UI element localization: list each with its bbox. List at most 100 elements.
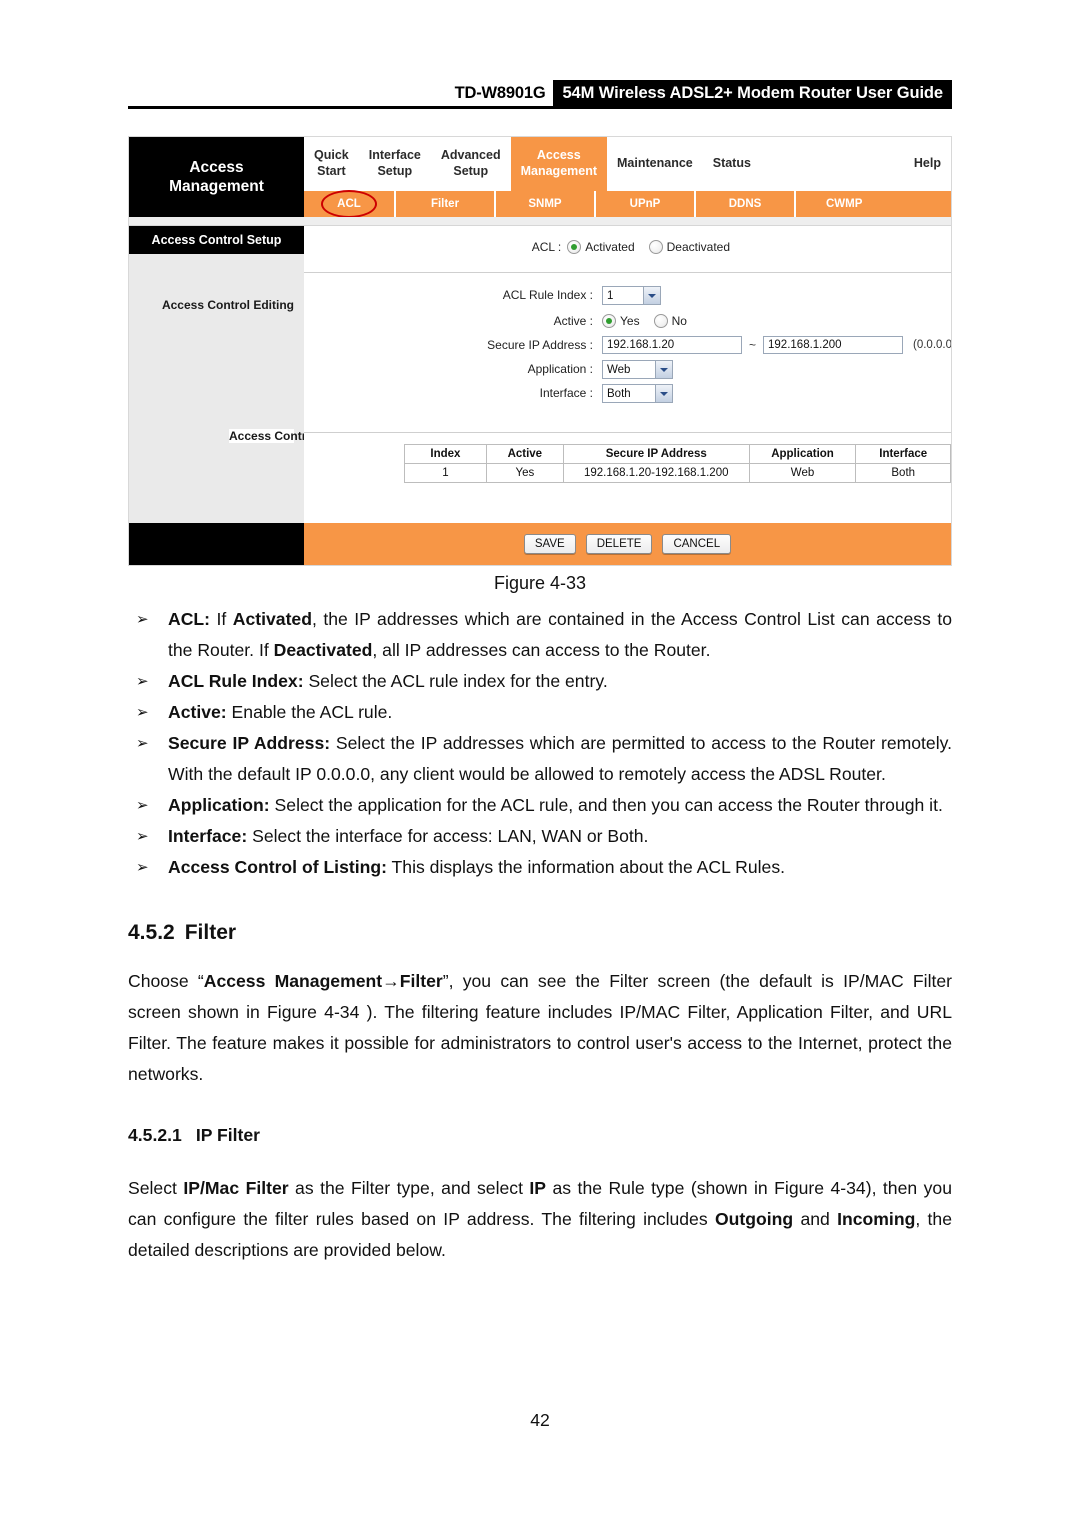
cancel-button[interactable]: CANCEL [662,534,732,554]
nav-tab-access-management[interactable]: Access Management [510,137,608,191]
bullet-term-interface: Interface: [168,826,248,846]
active-no-radio[interactable] [653,314,668,328]
nav-tab-advanced-setup[interactable]: Advanced Setup [430,137,511,191]
active-label: Active : [553,314,593,328]
chevron-down-icon [655,385,672,402]
subnav-tab-acl[interactable]: ACL [304,190,394,218]
active-no-label: No [671,314,687,328]
section-title-filter: Filter [184,921,237,944]
router-body: Access Control Setup Access Control Edit… [129,226,951,523]
subnav-tab-cwmp-label: CWMP [826,198,863,210]
column-header-index: Index [404,444,487,464]
bullet-secure-ip-address: ➢ Secure IP Address: Select the IP addre… [128,728,952,790]
acl-activated-radio[interactable] [567,240,582,254]
acl-label: ACL : [531,240,562,254]
acl-enable-row: ACL : Activated Deactivated [304,240,744,254]
section-number-4521: 4.5.2.1 [128,1125,182,1145]
bullet-term-application: Application: [168,795,270,815]
interface-row-label: Interface : [304,386,599,400]
nav-tab-status-line1: Status [712,156,751,171]
section-heading-ip-filter: 4.5.2.1 IP Filter [128,1120,952,1151]
section-number-452: 4.5.2 [128,921,175,944]
paragraph-filter-intro: Choose “Access Management→Filter”, you c… [128,971,953,1084]
bullet-text-application: Select the application for the ACL rule,… [269,795,943,815]
cell-index: 1 [404,463,487,483]
secure-ip-label: Secure IP Address : [487,338,593,352]
nav-divider [129,217,951,226]
page-running-header: TD-W8901G 54M Wireless ADSL2+ Modem Rout… [128,80,952,109]
active-row-label: Active : [304,314,599,328]
bullet-term-active: Active: [168,702,227,722]
subnav-tab-ddns[interactable]: DDNS [694,191,794,217]
bullet-marker-icon: ➢ [136,797,149,814]
sidebar-label-access-control-listing: Access Control Listing [229,429,360,443]
sidebar-label-access-control-editing: Access Control Editing [161,298,294,312]
bullet-acl: ➢ ACL: If Activated, the IP addresses wh… [128,604,952,666]
nav-spacer [760,137,904,191]
router-brand-label-line2: Management [169,178,264,195]
router-main-panel: ACL : Activated Deactivated ACL Rule Ind… [304,226,951,523]
nav-tab-access-management-line2: Management [520,164,598,178]
bullet-term-secure-ip-address: Secure IP Address: [168,733,331,753]
acl-deactivated-label: Deactivated [666,240,730,254]
table-header-row: Index Active Secure IP Address Applicati… [404,444,951,464]
nav-tab-help[interactable]: Help [903,137,951,191]
bullet-interface: ➢ Interface: Select the interface for ac… [128,821,952,852]
secure-ip-range-separator: ~ [749,338,757,352]
subnav-tab-cwmp[interactable]: CWMP [794,191,951,217]
subnav-tab-upnp-label: UPnP [629,198,661,210]
nav-tab-maintenance[interactable]: Maintenance [607,137,703,191]
chevron-down-icon [655,361,672,378]
bullet-application: ➢ Application: Select the application fo… [128,790,952,821]
column-header-active: Active [485,444,564,464]
save-button[interactable]: SAVE [523,534,576,554]
subnav-tab-ddns-label: DDNS [728,198,762,210]
interface-label: Interface : [539,386,593,400]
sidebar-header-access-control-setup: Access Control Setup [129,226,304,254]
section-divider-top [304,272,951,273]
secure-ip-hint-text: (0.0.0.0 ~ 0.0.0.0 means all IPs) [913,339,952,351]
bullet-term-access-control-of-listing: Access Control of Listing: [168,857,387,877]
nav-tab-status[interactable]: Status [702,137,761,191]
active-yes-radio[interactable] [602,314,616,328]
document-body: ➢ ACL: If Activated, the IP addresses wh… [128,604,952,1266]
column-header-application: Application [748,444,857,464]
interface-select[interactable]: Both [602,384,673,403]
subnav-tab-acl-label: ACL [337,198,361,210]
table-row: 1 Yes 192.168.1.20-192.168.1.200 Web Bot… [404,463,951,483]
access-control-listing-table: Index Active Secure IP Address Applicati… [404,444,951,483]
subnav-tab-filter[interactable]: Filter [394,191,494,217]
acl-rule-index-value: 1 [607,289,614,302]
bullet-marker-icon: ➢ [136,859,149,876]
nav-tab-quick-start[interactable]: Quick Start [304,137,359,191]
nav-tab-advanced-setup-line2: Setup [453,164,489,178]
figure-caption: Figure 4-33 [493,573,587,593]
bullet-marker-icon: ➢ [136,704,149,721]
section-heading-filter: 4.5.2 Filter [128,917,952,948]
secure-ip-controls: ~ (0.0.0.0 ~ 0.0.0.0 means all IPs) [602,336,952,354]
bullet-marker-icon: ➢ [136,735,149,752]
acl-rule-index-label: ACL Rule Index : [502,288,593,302]
delete-button[interactable]: DELETE [585,534,653,554]
router-footer: SAVE DELETE CANCEL [129,523,951,565]
secure-ip-end-input[interactable] [763,336,904,354]
nav-tab-interface-setup[interactable]: Interface Setup [358,137,431,191]
subnav-tab-snmp[interactable]: SNMP [494,191,594,217]
bullet-text-active: Enable the ACL rule. [226,702,393,722]
router-brand-block: Access Management [129,137,304,217]
acl-deactivated-radio[interactable] [648,240,663,254]
acl-rule-index-select[interactable]: 1 [602,286,661,305]
application-select[interactable]: Web [602,360,673,379]
secure-ip-start-input[interactable] [602,336,742,354]
bullet-term-acl-rule-index: ACL Rule Index: [168,671,304,691]
interface-control: Both [602,384,673,403]
bullet-marker-icon: ➢ [136,611,149,628]
nav-tab-quick-start-line2: Start [317,164,346,178]
router-ui-screenshot: Access Management Quick Start Interface … [128,136,952,566]
bullet-access-control-of-listing: ➢ Access Control of Listing: This displa… [128,852,952,883]
footer-left-block [129,523,304,565]
router-brand-label-line1: Access [189,158,244,176]
subnav-tab-upnp[interactable]: UPnP [594,191,694,217]
section-divider-bottom [304,432,951,433]
bullet-marker-icon: ➢ [136,828,149,845]
